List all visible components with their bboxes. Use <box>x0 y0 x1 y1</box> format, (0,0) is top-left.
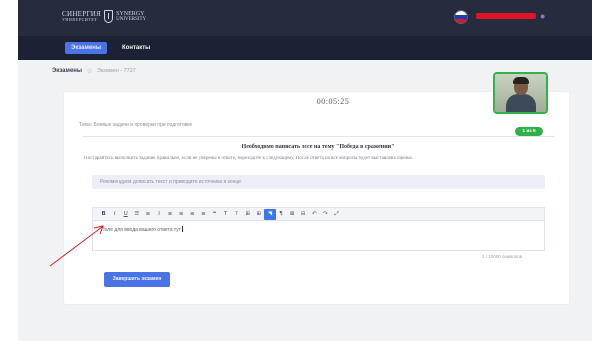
clear-format-icon[interactable]: Ⅰ <box>153 209 164 220</box>
task-title: Необходимо написать эссе на тему "Победа… <box>241 144 395 150</box>
text-caret <box>182 226 183 232</box>
highlight-icon[interactable]: ◥ <box>264 208 276 220</box>
align-center-icon[interactable]: ≡ <box>176 209 187 220</box>
logo-name-sub: УНИВЕРСИТЕТ <box>62 17 98 22</box>
paragraph-icon[interactable]: ¶ <box>276 209 287 220</box>
exam-topic: Тема: Боевые задачи и проверки при подго… <box>79 122 193 128</box>
text-color-icon[interactable]: T <box>231 209 242 220</box>
editor-text: Поле для ввода вашего ответа тут <box>101 227 182 233</box>
breadcrumb-current: Экзамен - 7727 <box>96 68 136 74</box>
ordered-list-icon[interactable]: ≡ <box>142 209 153 220</box>
editor-toolbar: B I U ☰ ≡ Ⅰ ≡ ≡ ≡ ≡ ❝ T T ⊞ ⊞ ◥ ¶ ⊠ ⊟ ↶ <box>92 207 545 220</box>
font-size-icon[interactable]: T <box>220 209 231 220</box>
hint-text: Рекомендуем дописать текст и приводите и… <box>100 179 241 185</box>
undo-icon[interactable]: ↶ <box>309 209 320 220</box>
align-left-icon[interactable]: ≡ <box>165 209 176 220</box>
app-frame: СИНЕРГИЯ УНИВЕРСИТЕТ SYNERGY UNIVERSITY … <box>18 0 592 341</box>
logo-shield-icon <box>104 10 114 23</box>
redo-icon[interactable]: ↷ <box>320 209 331 220</box>
webcam-preview <box>493 72 548 114</box>
answer-editor[interactable]: Поле для ввода вашего ответа тут <box>92 220 545 251</box>
user-name-redacted[interactable] <box>476 13 536 19</box>
question-progress-badge: 1 из 5 <box>515 127 543 136</box>
align-right-icon[interactable]: ≡ <box>187 209 198 220</box>
finish-exam-button[interactable]: Завершить экзамен <box>104 272 170 287</box>
breadcrumb: Экзамены ◎ Экзамен - 7727 <box>52 68 136 74</box>
language-flag-icon[interactable] <box>454 10 468 24</box>
logo-name-en-sub: UNIVERSITY <box>116 17 147 22</box>
fullscreen-icon[interactable]: ⤢ <box>331 209 342 220</box>
person-silhouette <box>506 94 536 112</box>
task-panel: Необходимо написать эссе на тему "Победа… <box>82 136 554 304</box>
italic-icon[interactable]: I <box>109 209 120 220</box>
exam-timer: 00:05:25 <box>316 97 350 106</box>
unordered-list-icon[interactable]: ☰ <box>131 209 142 220</box>
underline-icon[interactable]: U <box>120 209 131 220</box>
hint-box: Рекомендуем дописать текст и приводите и… <box>92 175 545 189</box>
image-icon[interactable]: ⊠ <box>287 209 298 220</box>
breadcrumb-exams[interactable]: Экзамены <box>52 68 82 74</box>
quote-icon[interactable]: ❝ <box>209 209 220 220</box>
align-justify-icon[interactable]: ≡ <box>198 209 209 220</box>
nav-item-contacts[interactable]: Контакты <box>116 42 156 54</box>
top-header: СИНЕРГИЯ УНИВЕРСИТЕТ SYNERGY UNIVERSITY … <box>18 0 592 36</box>
breadcrumb-separator-icon: ◎ <box>87 68 92 74</box>
user-icon[interactable]: ● <box>540 11 545 21</box>
nav-item-exams[interactable]: Экзамены <box>65 42 107 54</box>
task-description: Постарайтесь выполнить задание правильно… <box>84 156 413 161</box>
table-icon[interactable]: ⊞ <box>242 209 253 220</box>
table-row-icon[interactable]: ⊞ <box>253 209 264 220</box>
annotation-arrow-icon <box>49 225 104 267</box>
logo[interactable]: СИНЕРГИЯ УНИВЕРСИТЕТ SYNERGY UNIVERSITY <box>62 10 146 23</box>
character-counter: 1 / 10000 символов <box>482 254 523 259</box>
media-icon[interactable]: ⊟ <box>298 209 309 220</box>
exam-card: 00:05:25 Тема: Боевые задачи и проверки … <box>64 92 569 304</box>
bold-icon[interactable]: B <box>98 209 109 220</box>
